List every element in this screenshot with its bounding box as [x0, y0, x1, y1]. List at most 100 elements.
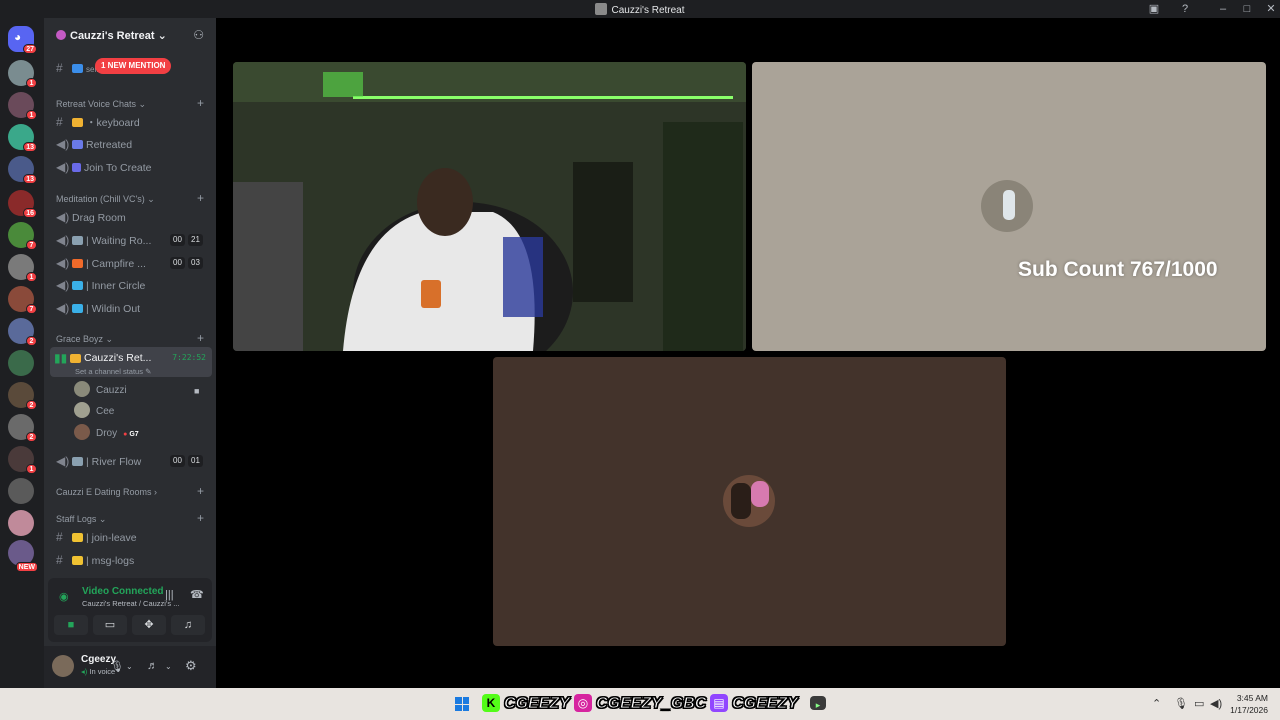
- speaker-icon: ◀): [56, 454, 70, 468]
- headphones-icon[interactable]: ♬: [147, 660, 158, 672]
- category-grace-boyz[interactable]: Grace Boyz ⌄: [56, 334, 113, 345]
- server-icon[interactable]: 1: [8, 254, 37, 282]
- category-meditation[interactable]: Meditation (Chill VC's) ⌄: [56, 194, 155, 205]
- channel-wildin-out[interactable]: ◀) | Wildin Out: [52, 298, 210, 318]
- activities-button[interactable]: ✥: [132, 615, 166, 635]
- server-icon[interactable]: 13: [8, 124, 37, 152]
- server-icon[interactable]: 2: [8, 414, 37, 442]
- voice-user[interactable]: Droy ● G7: [74, 424, 139, 444]
- voice-user-name: Cee: [96, 406, 115, 417]
- settings-gear-icon[interactable]: ⚙: [185, 658, 197, 674]
- mention-badge: 7: [26, 304, 37, 314]
- server-icon[interactable]: 7: [8, 286, 37, 314]
- new-badge: NEW: [15, 562, 38, 572]
- microphone-tray-icon[interactable]: 🎙: [1174, 697, 1188, 710]
- home-button[interactable]: ◕ 27: [8, 26, 37, 54]
- channel-join-leave[interactable]: # | join-leave: [52, 527, 210, 547]
- server-icon[interactable]: 13: [8, 156, 37, 184]
- channel-status[interactable]: Set a channel status ✎: [75, 367, 151, 376]
- maximize-button[interactable]: □: [1240, 2, 1254, 16]
- channel-campfire[interactable]: ◀) | Campfire ... 00 03: [52, 253, 210, 273]
- category-staff-logs[interactable]: Staff Logs ⌄: [56, 514, 106, 525]
- instagram-icon: ◎: [574, 694, 592, 712]
- server-list: ◕ 27 1 1 13 13 16 7 1 7 2 2 2 1 NEW: [0, 18, 44, 688]
- server-icon[interactable]: 1: [8, 446, 37, 474]
- add-channel-icon[interactable]: +: [197, 484, 204, 498]
- server-icon[interactable]: 1: [8, 60, 37, 88]
- chevron-up-icon[interactable]: ⌃: [1152, 697, 1161, 710]
- mention-badge: 1: [26, 272, 37, 282]
- chevron-down-icon[interactable]: ⌄: [126, 662, 133, 671]
- add-channel-icon[interactable]: +: [197, 96, 204, 110]
- screen-share-icon: ▭: [104, 619, 116, 631]
- channel-inner-circle[interactable]: ◀) | Inner Circle: [52, 275, 210, 295]
- category-dating[interactable]: Cauzzi E Dating Rooms ›: [56, 487, 157, 497]
- mention-badge: 2: [26, 336, 37, 346]
- close-button[interactable]: ✕: [1264, 2, 1278, 16]
- add-channel-icon[interactable]: +: [197, 191, 204, 205]
- channel-retreated[interactable]: ◀) Retreated: [52, 134, 210, 154]
- server-icon[interactable]: 7: [8, 222, 37, 250]
- channel-waiting-room[interactable]: ◀) | Waiting Ro... 00 21: [52, 230, 210, 250]
- channel-msg-logs[interactable]: # | msg-logs: [52, 550, 210, 570]
- voice-user[interactable]: Cee: [74, 402, 114, 422]
- video-tile-camera[interactable]: [233, 62, 746, 351]
- server-icon[interactable]: 1: [8, 92, 37, 120]
- disconnect-icon[interactable]: ☎: [190, 588, 204, 601]
- help-icon[interactable]: ?: [1178, 2, 1192, 16]
- windows-start-icon[interactable]: [455, 697, 469, 711]
- speaker-icon: ◀): [56, 160, 70, 174]
- soundboard-icon: ♫: [183, 619, 193, 631]
- screen-share-button[interactable]: ▭: [93, 615, 127, 635]
- server-icon[interactable]: 2: [8, 382, 37, 410]
- participant-avatar: [981, 180, 1033, 232]
- category-voice[interactable]: Retreat Voice Chats ⌄: [56, 99, 146, 110]
- mention-badge: 7: [26, 240, 37, 250]
- network-icon[interactable]: ▭: [1194, 697, 1204, 710]
- terminal-app-icon[interactable]: ▸: [810, 696, 826, 710]
- server-icon[interactable]: [8, 350, 34, 376]
- channel-drag-room[interactable]: ◀) Drag Room: [52, 207, 210, 227]
- avatar[interactable]: [52, 655, 74, 677]
- add-channel-icon[interactable]: +: [197, 331, 204, 345]
- new-mention-badge[interactable]: 1 NEW MENTION: [95, 58, 172, 74]
- speaker-icon: ◀): [56, 301, 70, 315]
- home-badge: 27: [23, 44, 37, 54]
- volume-icon[interactable]: ◀): [1210, 697, 1222, 710]
- inbox-icon[interactable]: ▣: [1147, 2, 1161, 16]
- channel-sidebar: Cauzzi's Retreat ⌄ ⚇ #self-promotion 1 N…: [44, 18, 216, 688]
- channel-keyboard[interactable]: # ・keyboard: [52, 112, 210, 132]
- voice-user[interactable]: Cauzzi: [74, 381, 127, 401]
- avatar: [74, 381, 90, 397]
- server-icon[interactable]: [8, 478, 34, 504]
- server-icon[interactable]: 2: [8, 318, 37, 346]
- system-clock[interactable]: 3:45 AM 1/17/2026: [1230, 692, 1268, 716]
- invite-people-icon[interactable]: ⚇: [193, 28, 204, 42]
- activities-icon: ✥: [144, 619, 154, 631]
- chevron-down-icon[interactable]: ⌄: [165, 662, 172, 671]
- add-channel-icon[interactable]: +: [197, 511, 204, 525]
- camera-icon: ■: [194, 386, 200, 396]
- microphone-icon[interactable]: 🎙: [110, 660, 124, 673]
- kick-icon: K: [482, 694, 500, 712]
- video-tile-participant[interactable]: [752, 62, 1266, 351]
- server-icon[interactable]: 16: [8, 190, 37, 218]
- camera-button[interactable]: ■: [54, 615, 88, 635]
- video-tile-participant[interactable]: [493, 357, 1006, 646]
- minimize-button[interactable]: –: [1216, 2, 1230, 16]
- soundboard-button[interactable]: ♫: [171, 615, 205, 635]
- speaker-icon: ◀): [56, 256, 70, 270]
- avatar: [74, 402, 90, 418]
- channel-join-to-create[interactable]: ◀) Join To Create: [52, 157, 210, 177]
- server-icon[interactable]: [8, 510, 34, 536]
- channel-river-flow[interactable]: ◀) | River Flow 00 01: [52, 451, 210, 471]
- voice-status[interactable]: Video Connected: [82, 586, 164, 597]
- server-header[interactable]: Cauzzi's Retreat ⌄ ⚇: [44, 18, 216, 52]
- server-icon[interactable]: NEW: [8, 540, 38, 572]
- participant-avatar: [723, 475, 775, 527]
- server-name[interactable]: Cauzzi's Retreat ⌄: [56, 29, 167, 42]
- noise-suppression-icon[interactable]: |||: [165, 589, 174, 601]
- chevron-down-icon: ⌄: [157, 30, 167, 42]
- voice-user-name: Droy: [96, 428, 118, 439]
- pencil-icon: ✎: [145, 367, 152, 376]
